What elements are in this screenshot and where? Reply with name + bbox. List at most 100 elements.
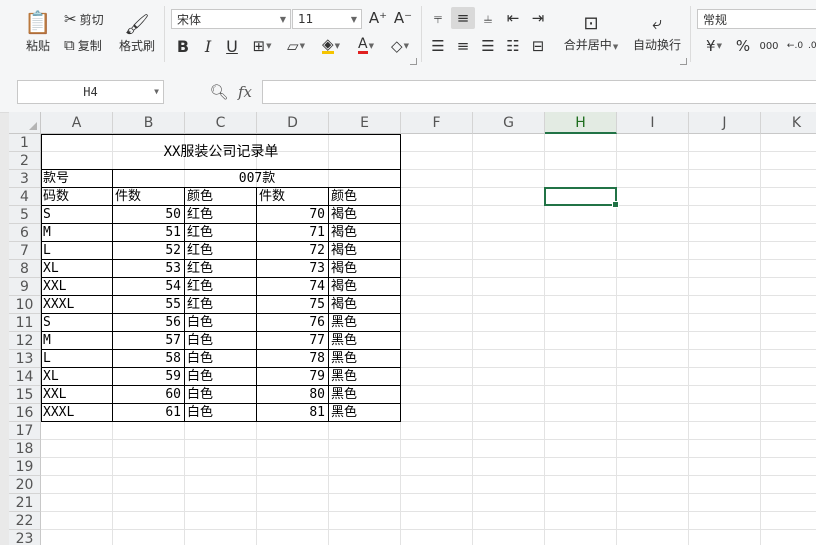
- cell-d16[interactable]: 81: [259, 404, 327, 422]
- cell-b10[interactable]: 55: [115, 296, 183, 314]
- fill-color-button[interactable]: ◈ ▼: [316, 36, 346, 56]
- cell-c15[interactable]: 白色: [187, 386, 255, 404]
- underline-button[interactable]: U: [223, 36, 241, 56]
- cell-b14[interactable]: 59: [115, 368, 183, 386]
- align-left-button[interactable]: ☰: [428, 36, 448, 56]
- column-header-i[interactable]: I: [617, 112, 689, 134]
- cell-d11[interactable]: 76: [259, 314, 327, 332]
- cell-a12[interactable]: M: [43, 332, 111, 350]
- cell-d6[interactable]: 71: [259, 224, 327, 242]
- row-header-23[interactable]: 23: [9, 530, 41, 545]
- fill-handle[interactable]: [612, 201, 619, 208]
- formula-input[interactable]: [262, 80, 816, 104]
- cell-b12[interactable]: 57: [115, 332, 183, 350]
- cell-d8[interactable]: 73: [259, 260, 327, 278]
- cell-d7[interactable]: 72: [259, 242, 327, 260]
- column-header-j[interactable]: J: [689, 112, 761, 134]
- justify-button[interactable]: ☷: [503, 36, 523, 56]
- cell-c12[interactable]: 白色: [187, 332, 255, 350]
- cell-e12[interactable]: 黑色: [331, 332, 399, 350]
- percent-button[interactable]: %: [734, 36, 752, 56]
- bold-button[interactable]: B: [174, 36, 192, 56]
- cell-style-button[interactable]: ▱ ▼: [282, 36, 310, 56]
- decrease-font-button[interactable]: A⁻: [393, 8, 413, 28]
- cell-c11[interactable]: 白色: [187, 314, 255, 332]
- row-header-3[interactable]: 3: [9, 170, 41, 188]
- cell-b8[interactable]: 53: [115, 260, 183, 278]
- copy-button[interactable]: ⧉ 复制: [64, 36, 102, 54]
- row-header-16[interactable]: 16: [9, 404, 41, 422]
- cell-e14[interactable]: 黑色: [331, 368, 399, 386]
- row-header-13[interactable]: 13: [9, 350, 41, 368]
- cut-button[interactable]: ✂ 剪切: [64, 10, 104, 28]
- distributed-button[interactable]: ⊟: [528, 36, 548, 56]
- row-header-10[interactable]: 10: [9, 296, 41, 314]
- alignment-dialog-launcher[interactable]: [680, 58, 687, 65]
- cell-b11[interactable]: 56: [115, 314, 183, 332]
- column-header-f[interactable]: F: [401, 112, 473, 134]
- cell-d4[interactable]: 件数: [259, 188, 327, 206]
- cell-b7[interactable]: 52: [115, 242, 183, 260]
- align-middle-button[interactable]: ≡: [451, 7, 475, 29]
- cell-c8[interactable]: 红色: [187, 260, 255, 278]
- column-header-b[interactable]: B: [113, 112, 185, 134]
- cell-d10[interactable]: 75: [259, 296, 327, 314]
- column-header-e[interactable]: E: [329, 112, 401, 134]
- borders-button[interactable]: ⊞ ▼: [248, 36, 276, 56]
- row-header-21[interactable]: 21: [9, 494, 41, 512]
- column-header-g[interactable]: G: [473, 112, 545, 134]
- column-header-d[interactable]: D: [257, 112, 329, 134]
- decrease-decimal-button[interactable]: .00: [808, 36, 816, 56]
- cell-b6[interactable]: 51: [115, 224, 183, 242]
- cell-a5[interactable]: S: [43, 206, 111, 224]
- cell-a14[interactable]: XL: [43, 368, 111, 386]
- cell-e8[interactable]: 褐色: [331, 260, 399, 278]
- merge-center-button[interactable]: ⊡ 合并居中▼: [560, 8, 622, 56]
- cell-b15[interactable]: 60: [115, 386, 183, 404]
- cell-a13[interactable]: L: [43, 350, 111, 368]
- zoom-search-button[interactable]: 🔍︎: [208, 82, 230, 102]
- increase-decimal-button[interactable]: ←.0: [784, 36, 806, 56]
- cell-d12[interactable]: 77: [259, 332, 327, 350]
- increase-font-button[interactable]: A⁺: [368, 8, 388, 28]
- currency-button[interactable]: ¥ ▼: [700, 36, 728, 56]
- row-header-7[interactable]: 7: [9, 242, 41, 260]
- cell-c5[interactable]: 红色: [187, 206, 255, 224]
- format-painter-button[interactable]: 🖌 格式刷: [116, 6, 158, 58]
- sheet-title[interactable]: XX服装公司记录单: [41, 134, 401, 170]
- font-name-select[interactable]: 宋体 ▼: [171, 9, 291, 29]
- cell-a4[interactable]: 码数: [43, 188, 111, 206]
- cell-d9[interactable]: 74: [259, 278, 327, 296]
- cell-a8[interactable]: XL: [43, 260, 111, 278]
- font-size-select[interactable]: 11 ▼: [292, 9, 362, 29]
- row-header-11[interactable]: 11: [9, 314, 41, 332]
- cell-b13[interactable]: 58: [115, 350, 183, 368]
- row-header-1[interactable]: 1: [9, 134, 41, 152]
- column-header-c[interactable]: C: [185, 112, 257, 134]
- cell-a16[interactable]: XXXL: [43, 404, 111, 422]
- cell-e16[interactable]: 黑色: [331, 404, 399, 422]
- align-top-button[interactable]: ⫧: [428, 8, 448, 28]
- row-header-8[interactable]: 8: [9, 260, 41, 278]
- cell-b16[interactable]: 61: [115, 404, 183, 422]
- row-header-2[interactable]: 2: [9, 152, 41, 170]
- row-header-14[interactable]: 14: [9, 368, 41, 386]
- row-header-22[interactable]: 22: [9, 512, 41, 530]
- cell-d13[interactable]: 78: [259, 350, 327, 368]
- cell-e9[interactable]: 褐色: [331, 278, 399, 296]
- align-bottom-button[interactable]: ⫨: [478, 8, 498, 28]
- column-header-a[interactable]: A: [41, 112, 113, 134]
- cell-a6[interactable]: M: [43, 224, 111, 242]
- cell-b4[interactable]: 件数: [115, 188, 183, 206]
- font-dialog-launcher[interactable]: [410, 58, 417, 65]
- cell-e7[interactable]: 褐色: [331, 242, 399, 260]
- row-header-20[interactable]: 20: [9, 476, 41, 494]
- name-box[interactable]: H4 ▼: [17, 80, 164, 104]
- cell-e5[interactable]: 褐色: [331, 206, 399, 224]
- row-header-12[interactable]: 12: [9, 332, 41, 350]
- column-header-h[interactable]: H: [545, 112, 617, 134]
- number-format-select[interactable]: 常规: [697, 9, 816, 29]
- row-header-18[interactable]: 18: [9, 440, 41, 458]
- cell-a3[interactable]: 款号: [43, 170, 111, 188]
- font-color-button[interactable]: A ▼: [352, 36, 380, 56]
